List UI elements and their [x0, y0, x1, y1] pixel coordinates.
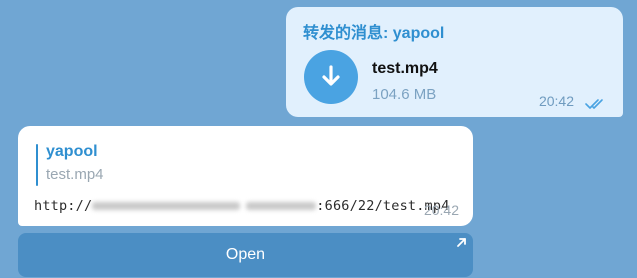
file-name: test.mp4: [372, 60, 438, 77]
redacted-blur: [92, 202, 241, 210]
open-button[interactable]: Open: [18, 233, 473, 277]
external-arrow-icon: [457, 238, 466, 247]
message-time: 20:42: [423, 202, 459, 218]
redacted-blur: [246, 202, 317, 210]
forwarded-from-header[interactable]: 转发的消息: yapool: [303, 19, 444, 43]
double-check-icon: [585, 99, 603, 109]
download-arrow-icon: [322, 65, 340, 86]
download-button[interactable]: [304, 50, 358, 104]
open-button-label: Open: [225, 246, 266, 263]
url-prefix: http://: [34, 198, 93, 214]
reply-quote-bar: [36, 144, 38, 186]
message-time: 20:42: [538, 93, 574, 109]
incoming-message-bubble[interactable]: yapool test.mp4 http://:666/22/test.mp4 …: [18, 126, 473, 226]
chat-area: 转发的消息: yapool test.mp4 104.6 MB 20:42 ya…: [0, 0, 637, 278]
reply-preview-text[interactable]: test.mp4: [46, 166, 104, 183]
message-link[interactable]: http://:666/22/test.mp4: [34, 198, 450, 214]
reply-author[interactable]: yapool: [46, 143, 98, 161]
outgoing-message-bubble[interactable]: 转发的消息: yapool test.mp4 104.6 MB 20:42: [286, 7, 623, 117]
file-size: 104.6 MB: [372, 86, 437, 103]
